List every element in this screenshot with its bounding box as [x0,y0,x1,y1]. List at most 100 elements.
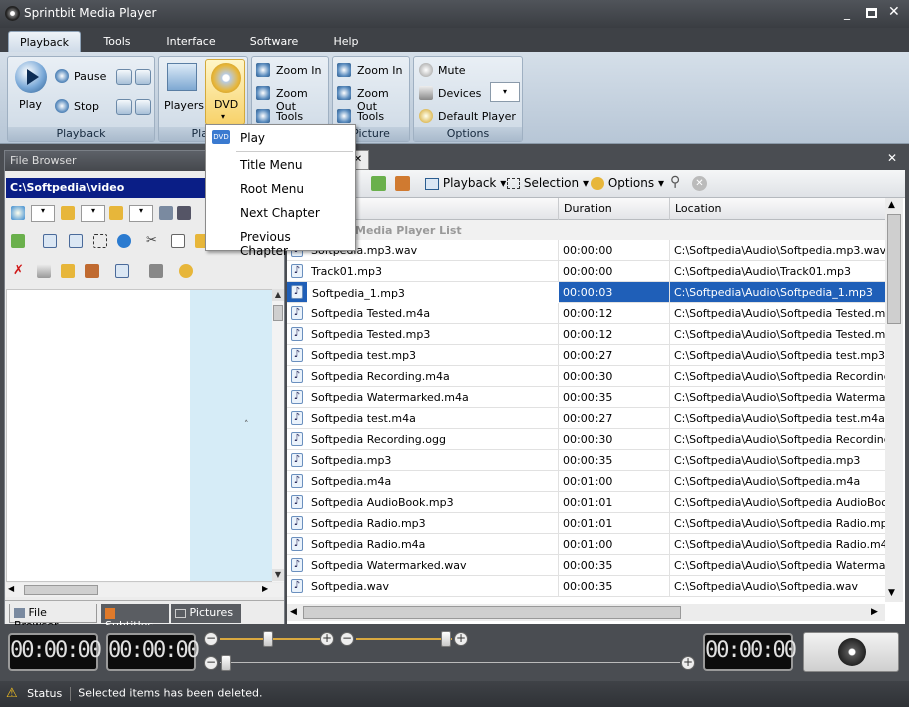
table-row[interactable]: ♪ Softpedia Recording.m4a 00:00:30 C:\Softp… [287,366,885,387]
dvd-button[interactable]: DVD ▾ [205,59,245,125]
playlist-hscroll[interactable]: ◀ ▶ [287,604,885,621]
copy-icon[interactable] [171,234,185,248]
collapse-arrow-icon[interactable]: ˄ [244,420,249,430]
table-row[interactable]: ♪ Softpedia_1.mp3 00:00:03 C:\Softpedia\Aud… [287,282,885,303]
tab-file-browser[interactable]: File Browser [9,604,97,632]
delete-icon[interactable]: ✗ [13,263,24,278]
table-row[interactable]: ♪ Softpedia Tested.m4a 00:00:12 C:\Softpedi… [287,303,885,324]
close-button[interactable]: ✕ [888,4,900,20]
tools-button-2[interactable]: Tools [357,110,384,123]
folder-dropdown[interactable]: ▾ [81,205,105,222]
scroll-thumb[interactable] [887,214,901,324]
clear-search-icon[interactable]: ✕ [692,176,707,191]
next-button[interactable] [135,69,151,85]
tools-button[interactable]: Tools [276,110,303,123]
select-icon[interactable] [93,234,107,248]
maximize-button[interactable] [866,8,877,18]
tab-subtitles[interactable]: Subtitles [101,604,169,632]
playlist-vscroll[interactable]: ▲ ▼ [885,198,903,602]
network-icon[interactable] [177,206,191,220]
close-panel-icon[interactable]: ✕ [887,151,897,165]
move-up-icon[interactable] [371,176,386,191]
table-row[interactable]: ♪Softpedia.mp3.wav00:00:00C:\Softpedia\A… [287,240,885,261]
options-menu[interactable]: Options ▾ [591,176,664,190]
minimize-button[interactable]: _ [844,6,858,20]
table-row[interactable]: ♪ Softpedia test.mp3 00:00:27 C:\Softpedia\… [287,345,885,366]
tab-help[interactable]: Help [330,31,362,52]
balance-slider[interactable] [356,638,452,640]
previous-button[interactable] [116,69,132,85]
seek-plus-icon[interactable]: + [681,656,695,670]
grid-view-icon[interactable] [43,234,57,248]
balance-knob[interactable] [441,631,451,647]
view-dropdown[interactable]: ▾ [129,205,153,222]
table-row[interactable]: ♪ Softpedia Radio.mp3 00:01:01 C:\Softpedia… [287,513,885,534]
menu-item-play[interactable]: Play [206,127,355,149]
menu-item-root-menu[interactable]: Root Menu [206,178,355,200]
view-menu-icon[interactable] [115,264,129,278]
volume-knob[interactable] [263,631,273,647]
media-logo-button[interactable] [803,632,899,672]
table-row[interactable]: ♪ Softpedia.m4a 00:01:00 C:\Softpedia\Audio… [287,471,885,492]
folder-tree-vscroll[interactable]: ▲ ▼ [272,289,284,582]
table-row[interactable]: ♪ Softpedia AudioBook.mp3 00:01:01 C:\Softp… [287,492,885,513]
folder-tree[interactable]: ˄ [6,289,272,582]
zoom-in-button-2[interactable]: Zoom In [357,64,402,77]
scroll-right-icon[interactable]: ▶ [262,584,268,593]
hscroll-thumb[interactable] [24,585,98,595]
scroll-down-icon[interactable]: ▼ [888,588,895,598]
play-button[interactable]: Play [13,61,49,115]
rewind-button[interactable] [116,99,132,115]
column-duration[interactable]: Duration [559,198,670,220]
table-row[interactable]: ♪ Softpedia Watermarked.wav 00:00:35 C:\Sof… [287,555,885,576]
cut-icon[interactable]: ✂ [146,233,157,248]
table-row[interactable]: ♪ Softpedia test.m4a 00:00:27 C:\Softpedia\… [287,408,885,429]
scroll-left-icon[interactable]: ◀ [290,607,297,617]
seek-knob[interactable] [221,655,231,671]
folder-icon[interactable] [61,206,75,220]
table-row[interactable]: ♪ Track01.mp3 00:00:00 C:\Softpedia\Audio\T… [287,261,885,282]
seek-minus-icon[interactable]: − [204,656,218,670]
table-row[interactable]: ♪ Softpedia.wav 00:00:35 C:\Softpedia\Audio… [287,576,885,597]
seek-slider[interactable] [220,662,680,663]
tab-interface[interactable]: Interface [160,31,222,52]
tools-menu-icon[interactable] [149,264,163,278]
scroll-right-icon[interactable]: ▶ [871,607,878,617]
balance-plus-icon[interactable]: + [454,632,468,646]
volume-minus-icon[interactable]: − [204,632,218,646]
stop-button[interactable]: Stop [74,100,99,113]
refresh-icon[interactable] [117,234,131,248]
mute-button[interactable]: Mute [438,64,466,77]
volume-plus-icon[interactable]: + [320,632,334,646]
hscroll-thumb[interactable] [303,606,681,619]
search-icon[interactable]: ⚲ [670,174,680,190]
table-row[interactable]: ♪ Softpedia Watermarked.m4a 00:00:35 C:\Sof… [287,387,885,408]
new-folder-icon[interactable] [61,264,75,278]
up-folder-icon[interactable] [11,234,25,248]
open-folder-icon[interactable] [109,206,123,220]
table-row[interactable]: ♪ Softpedia Recording.ogg 00:00:30 C:\Softp… [287,429,885,450]
table-row[interactable]: ♪ Softpedia Radio.m4a 00:01:00 C:\Softpedia… [287,534,885,555]
scroll-up-icon[interactable]: ▲ [888,200,895,210]
tab-pictures[interactable]: Pictures [171,604,241,623]
folder-tree-hscroll[interactable]: ◀ ▶ [6,583,284,597]
properties-icon[interactable] [85,264,99,278]
location-icon[interactable] [11,206,25,220]
scroll-left-icon[interactable]: ◀ [8,584,14,593]
thumbnail-view-icon[interactable] [69,234,83,248]
menu-item-previous-chapter[interactable]: Previous Chapter [206,226,355,258]
players-button[interactable]: Players [163,61,204,119]
tab-tools[interactable]: Tools [92,31,142,52]
scroll-down-icon[interactable]: ▼ [272,569,284,581]
selection-menu[interactable]: Selection ▾ [507,176,589,190]
computer-icon[interactable] [159,206,173,220]
trash-icon[interactable] [37,264,51,278]
settings-menu-icon[interactable] [179,264,193,278]
table-row[interactable]: ♪ Softpedia.mp3 00:00:35 C:\Softpedia\Audio… [287,450,885,471]
menu-item-next-chapter[interactable]: Next Chapter [206,202,355,224]
table-row[interactable]: ♪ Softpedia Tested.mp3 00:00:12 C:\Softpedi… [287,324,885,345]
scroll-thumb[interactable] [273,305,283,321]
move-down-icon[interactable] [395,176,410,191]
menu-item-title-menu[interactable]: Title Menu [206,154,355,176]
devices-dropdown[interactable]: ▾ [490,82,520,102]
